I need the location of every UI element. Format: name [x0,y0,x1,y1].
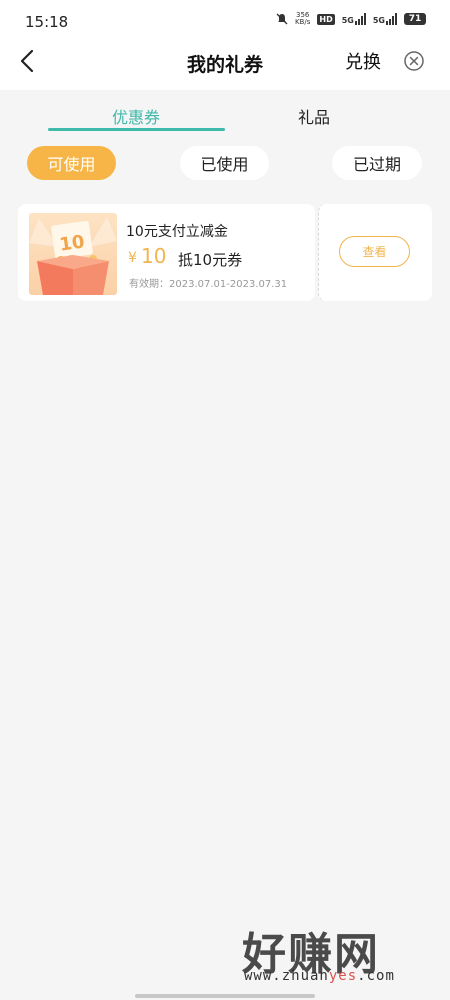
coupon-card[interactable]: 10 10元支付立减金 ¥ 10 抵10元券 有效期：2023.07.01-20… [18,204,432,301]
coupon-amount: 10 [141,244,167,268]
hd-voice-icon: HD [317,13,335,25]
gift-badge-number: 10 [58,231,86,255]
coupon-info: 10 10元支付立减金 ¥ 10 抵10元券 有效期：2023.07.01-20… [18,204,315,301]
top-area: 15:18 356 KB/s HD 5G 5G 71 我的礼券 兑换 [0,0,450,90]
filter-used[interactable]: 已使用 [180,146,269,180]
tab-coupons[interactable]: 优惠券 [48,104,224,128]
page: 15:18 356 KB/s HD 5G 5G 71 我的礼券 兑换 优惠券 礼… [0,0,450,1000]
status-time: 15:18 [25,13,69,31]
network-speed: 356 KB/s [294,11,311,26]
signal-bars-icon [386,13,397,25]
mute-bell-icon [276,13,288,25]
view-coupon-button[interactable]: 查看 [339,236,410,267]
coupon-validity: 有效期：2023.07.01-2023.07.31 [129,279,288,290]
coupon-thumbnail: 10 [29,213,117,295]
coupon-action: 查看 [318,204,432,301]
coupon-currency: ¥ [128,250,137,266]
signal-5g-2: 5G [373,13,397,25]
coupon-description: 抵10元券 [178,251,243,269]
tab-bar: 优惠券 礼品 [0,90,450,136]
filter-usable[interactable]: 可使用 [27,146,116,180]
header: 我的礼券 兑换 [0,44,450,90]
status-icons: 356 KB/s HD 5G 5G 71 [276,12,426,26]
active-tab-indicator [48,128,225,131]
filter-expired[interactable]: 已过期 [332,146,422,180]
watermark-url: www.zhuanyes.com [244,968,395,984]
tab-gifts[interactable]: 礼品 [226,104,402,128]
status-filters: 可使用 已使用 已过期 [0,146,450,182]
exchange-button[interactable]: 兑换 [345,48,381,74]
watermark-logo: 好赚网 www.zhuanyes.com [242,918,432,988]
close-button[interactable] [403,50,425,72]
battery-icon: 71 [404,13,426,25]
gift-box-image: 10 [29,213,117,295]
close-circle-icon [404,51,424,71]
signal-bars-icon [354,13,366,25]
signal-5g-1: 5G [342,13,366,25]
page-title: 我的礼券 [186,54,263,76]
status-bar: 15:18 356 KB/s HD 5G 5G 71 [0,0,450,44]
home-indicator[interactable] [135,994,315,998]
coupon-name: 10元支付立减金 [126,224,228,240]
